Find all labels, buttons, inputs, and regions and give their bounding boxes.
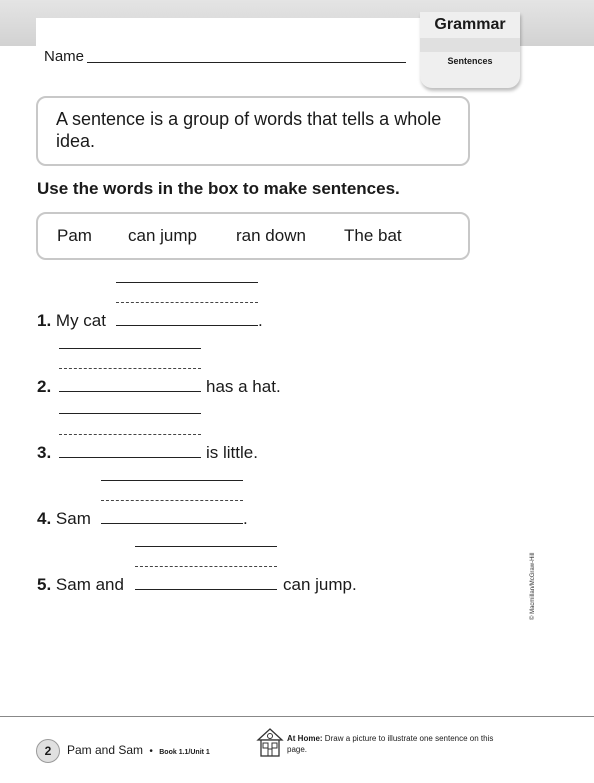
instruction: Use the words in the box to make sentenc…	[37, 179, 400, 198]
at-home-note: At Home: Draw a picture to illustrate on…	[287, 733, 497, 755]
item-text-after: .	[243, 509, 248, 528]
footer-divider	[0, 716, 594, 717]
item-text-before: Sam and	[55, 575, 124, 594]
writing-mid-line	[59, 368, 201, 369]
footer-title: Pam and Sam • Book 1.1/Unit 1	[67, 743, 210, 757]
item-text-after: .	[258, 311, 263, 330]
word-bank-item: can jump	[128, 226, 197, 245]
item-number: 2.	[37, 377, 52, 396]
item-4: 4. Sam	[37, 509, 91, 529]
answer-line-3[interactable]	[59, 457, 201, 458]
story-title: Pam and Sam	[67, 743, 144, 757]
tab-title: Grammar	[434, 16, 506, 33]
book-reference: Book 1.1/Unit 1	[159, 749, 210, 756]
item-text-after: can jump.	[283, 575, 357, 594]
item-text-before: My cat	[55, 311, 106, 330]
writing-mid-line	[116, 302, 258, 303]
writing-mid-line	[59, 434, 201, 435]
writing-top-line	[116, 282, 258, 283]
writing-top-line	[59, 348, 201, 349]
item-number: 5.	[37, 575, 52, 594]
footer-bullet: •	[149, 746, 153, 757]
definition-text: A sentence is a group of words that tell…	[56, 109, 442, 151]
word-bank-item: ran down	[236, 226, 306, 245]
name-label: Name	[44, 48, 85, 65]
writing-mid-line	[101, 500, 243, 501]
item-5: 5. Sam and	[37, 575, 124, 595]
word-bank-item: Pam	[57, 226, 92, 245]
answer-line-4[interactable]	[101, 523, 243, 524]
item-text-after: is little.	[206, 443, 258, 462]
answer-line-5[interactable]	[135, 589, 277, 590]
tab-subtitle: Sentences	[447, 56, 493, 66]
item-1: 1. My cat	[37, 311, 106, 331]
item-number: 1.	[37, 311, 52, 330]
page-number: 2	[36, 739, 60, 763]
writing-top-line	[135, 546, 277, 547]
name-panel	[36, 18, 420, 74]
item-number: 4.	[37, 509, 52, 528]
at-home-label: At Home:	[287, 734, 323, 743]
writing-mid-line	[135, 566, 277, 567]
item-number: 3.	[37, 443, 52, 462]
house-icon	[256, 728, 284, 757]
answer-line-2[interactable]	[59, 391, 201, 392]
word-bank-item: The bat	[344, 226, 402, 245]
item-2: 2.	[37, 377, 51, 397]
item-text-after: has a hat.	[206, 377, 281, 396]
item-text-before: Sam	[55, 509, 91, 528]
name-field-line[interactable]	[87, 62, 406, 63]
writing-top-line	[101, 480, 243, 481]
writing-top-line	[59, 413, 201, 414]
item-3: 3.	[37, 443, 51, 463]
copyright-notice: © Macmillan/McGraw-Hill	[530, 552, 536, 620]
tab-divider	[420, 38, 520, 52]
answer-line-1[interactable]	[116, 325, 258, 326]
section-tab: Grammar Sentences	[420, 12, 520, 88]
